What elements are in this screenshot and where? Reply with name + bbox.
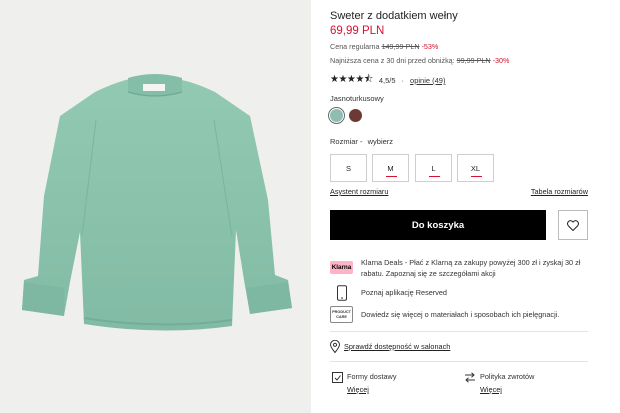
returns-title: Polityka zwrotów [480, 372, 535, 381]
reviews-link[interactable]: opinie (49) [410, 76, 445, 85]
size-button-label: S [345, 163, 351, 173]
lowest-price-line: Najniższa cena z 30 dni przed obniżką: 9… [330, 56, 509, 65]
size-button-l[interactable]: L [415, 154, 452, 182]
delivery-more-link[interactable]: Więcej [347, 385, 369, 394]
divider [330, 361, 588, 362]
wishlist-button[interactable] [558, 210, 588, 240]
delivery-title: Formy dostawy [347, 372, 397, 381]
lowest-price-label: Najniższa cena z 30 dni przed obniżką: [330, 56, 455, 65]
lowest-discount: -30% [492, 56, 510, 65]
store-availability-link[interactable]: Sprawdź dostępność w salonach [344, 342, 450, 351]
color-swatch-brown[interactable] [349, 109, 362, 122]
regular-discount: -53% [421, 42, 439, 51]
rating: ★★★★⯪ 4,5/5 · opinie (49) [330, 72, 445, 89]
returns-more-link[interactable]: Więcej [480, 385, 502, 394]
size-button-label: L [431, 163, 436, 173]
color-swatch-turquoise[interactable] [330, 109, 343, 122]
product-care-icon: PRODUCT CARE [330, 306, 353, 323]
sweater-image [22, 74, 292, 331]
regular-price: 149,99 PLN [381, 42, 420, 51]
size-button-s[interactable]: S [330, 154, 367, 182]
rating-stars-icon: ★★★★⯪ [330, 74, 373, 85]
app-promo-text[interactable]: Poznaj aplikację Reserved [361, 287, 591, 298]
product-title: Sweter z dodatkiem wełny [330, 10, 458, 22]
phone-icon [330, 284, 353, 302]
return-arrows-icon [465, 372, 475, 383]
low-stock-indicator [386, 175, 397, 177]
regular-price-label: Cena regularna [330, 42, 380, 51]
low-stock-indicator [429, 175, 440, 177]
care-icon-line2: CARE [336, 314, 347, 319]
size-hint: wybierz [367, 137, 394, 146]
location-pin-icon [330, 340, 340, 353]
size-label-text: Rozmiar - [330, 137, 363, 146]
klarna-text[interactable]: Klarna Deals - Płać z Klarną za zakupy p… [361, 257, 591, 279]
product-panel: Sweter z dodatkiem wełny 69,99 PLN Cena … [330, 0, 590, 413]
product-care-text[interactable]: Dowiedz się więcej o materiałach i sposo… [361, 309, 591, 320]
klarna-logo-icon: Klarna [330, 261, 353, 274]
add-to-cart-button[interactable]: Do koszyka [330, 210, 546, 240]
product-photo[interactable] [0, 0, 311, 413]
heart-icon [567, 219, 579, 231]
size-button-label: XL [470, 163, 481, 173]
size-assistant-link[interactable]: Asystent rozmiaru [330, 187, 388, 196]
lowest-price: 99,99 PLN [456, 56, 491, 65]
selected-color-name: Jasnoturkusowy [330, 94, 384, 103]
size-chart-link[interactable]: Tabela rozmiarów [531, 187, 588, 196]
size-label: Rozmiar - wybierz [330, 137, 393, 146]
rating-separator: · [401, 76, 405, 85]
regular-price-line: Cena regularna 149,99 PLN -53% [330, 42, 438, 51]
product-price: 69,99 PLN [330, 25, 385, 37]
size-button-m[interactable]: M [372, 154, 409, 182]
low-stock-indicator [471, 175, 482, 177]
delivery-box-icon [332, 372, 343, 383]
rating-value: 4,5/5 [378, 76, 396, 85]
divider [330, 331, 588, 332]
size-button-label: M [387, 163, 394, 173]
size-button-xl[interactable]: XL [457, 154, 494, 182]
